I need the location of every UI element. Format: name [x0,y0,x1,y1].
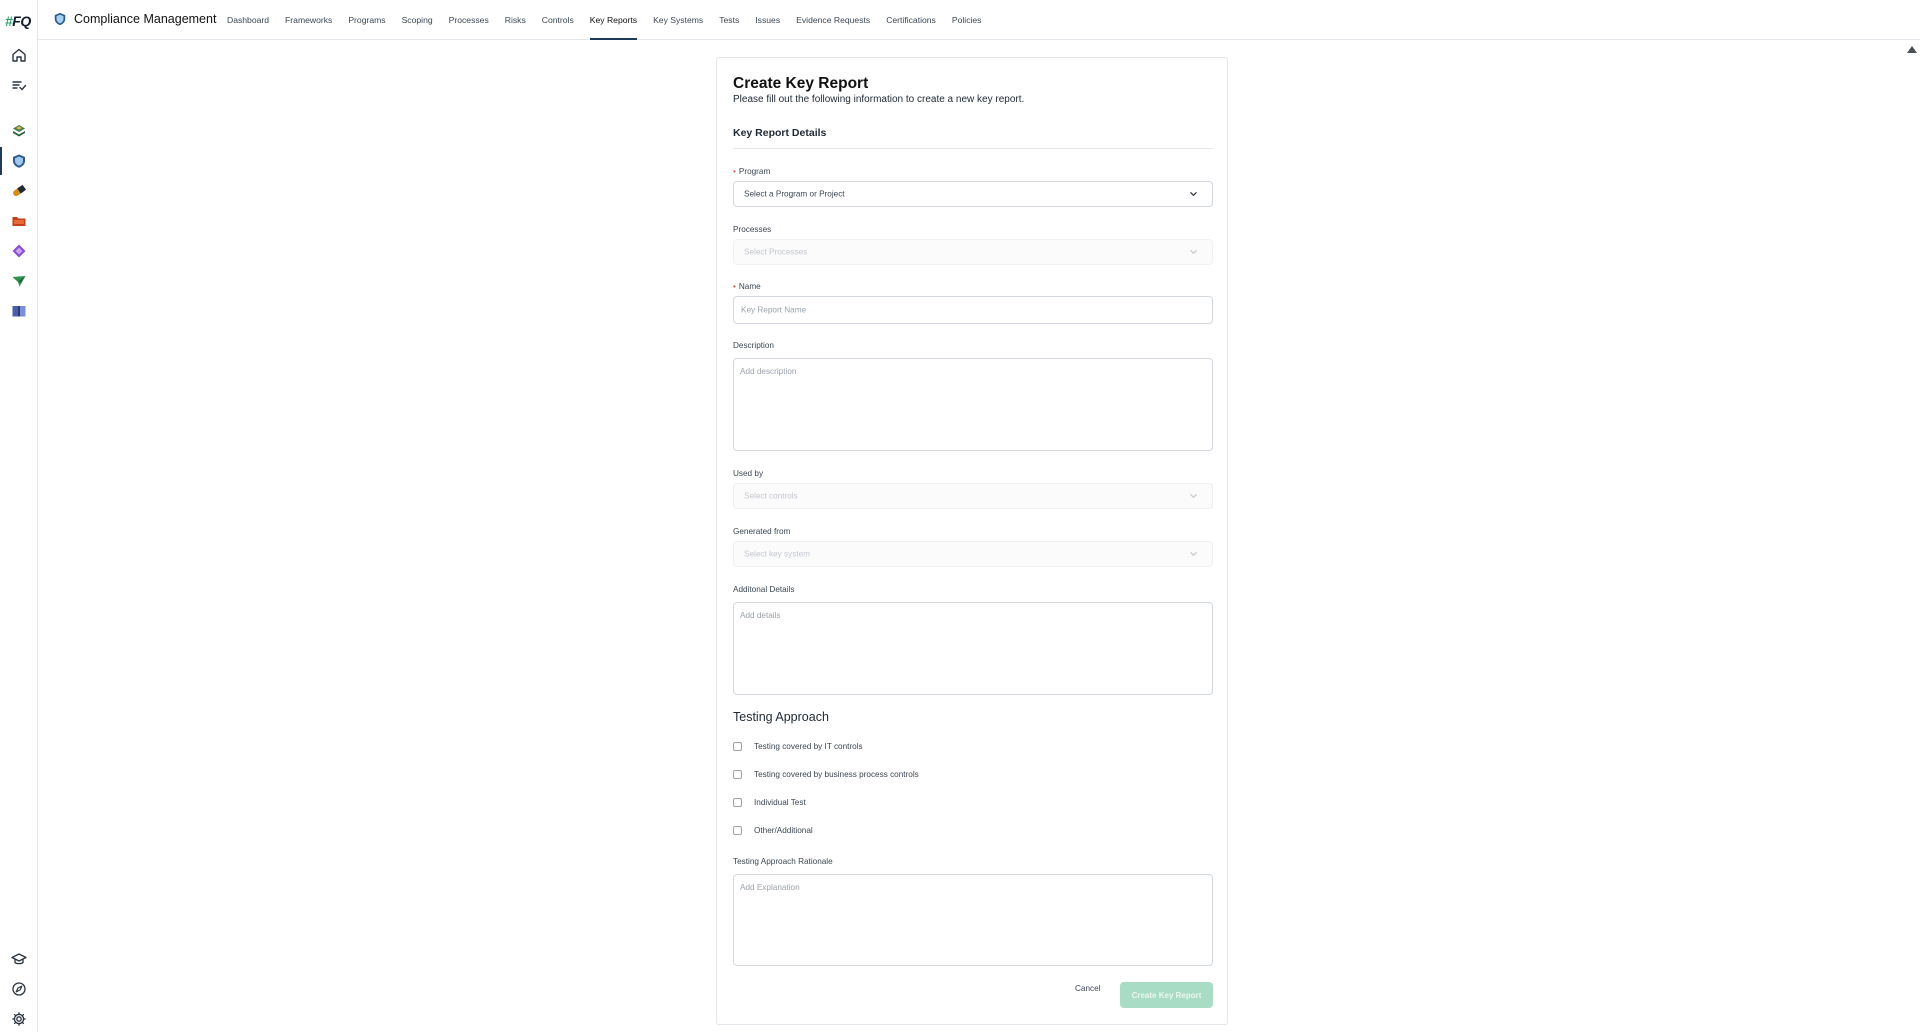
chevron-down-icon [1190,192,1197,196]
nav-tab-evidence-requests[interactable]: Evidence Requests [788,0,878,40]
program-label: • Program [733,167,771,176]
individual-test-checkbox[interactable] [733,798,742,807]
diamond-icon[interactable] [9,241,29,261]
other-additional-checkbox[interactable] [733,826,742,835]
top-navigation-bar: Compliance Management Dashboard Framewor… [38,0,1920,40]
required-marker: • [733,282,736,291]
generated-from-select[interactable]: Select key system [733,541,1213,567]
plane-icon[interactable] [9,271,29,291]
checkbox-row[interactable]: Testing covered by business process cont… [733,770,919,779]
app-title: Compliance Management [74,12,217,26]
graduation-cap-icon[interactable] [9,949,29,969]
folder-icon[interactable] [9,211,29,231]
additional-details-textarea[interactable]: Add details [733,602,1213,695]
fq-logo[interactable]: #FQ [5,13,31,29]
scroll-up-arrow-icon[interactable] [1907,46,1917,53]
nav-tab-policies[interactable]: Policies [944,0,990,40]
nav-tab-processes[interactable]: Processes [441,0,497,40]
book-icon[interactable] [9,301,29,321]
it-controls-checkbox[interactable] [733,742,742,751]
checkbox-row[interactable]: Testing covered by IT controls [733,742,863,751]
section-divider [733,148,1213,149]
compliance-shield-icon [54,12,66,26]
tasks-icon[interactable] [9,75,29,95]
used-by-label: Used by [733,469,764,478]
description-label: Description [733,341,774,350]
used-by-select[interactable]: Select controls [733,483,1213,509]
processes-label: Processes [733,225,772,234]
form-title: Create Key Report [733,75,869,92]
nav-tab-key-reports[interactable]: Key Reports [582,0,645,40]
create-key-report-form: Create Key Report Please fill out the fo… [716,57,1228,1025]
chevron-down-icon [1190,250,1197,254]
chevron-down-icon [1190,494,1197,498]
additional-details-label: Additonal Details [733,585,795,594]
required-marker: • [733,167,736,176]
nav-tab-controls[interactable]: Controls [534,0,582,40]
name-input[interactable]: Key Report Name [733,296,1213,324]
home-icon[interactable] [9,45,29,65]
chevron-down-icon [1190,552,1197,556]
processes-select[interactable]: Select Processes [733,239,1213,265]
nav-tab-issues[interactable]: Issues [747,0,788,40]
generated-from-label: Generated from [733,527,791,536]
rationale-textarea[interactable]: Add Explanation [733,874,1213,966]
create-key-report-button[interactable]: Create Key Report [1120,982,1213,1008]
form-subtitle: Please fill out the following informatio… [733,94,1025,105]
shield-icon[interactable] [0,147,29,175]
nav-tab-risks[interactable]: Risks [497,0,534,40]
nav-tab-frameworks[interactable]: Frameworks [277,0,340,40]
nav-tab-dashboard[interactable]: Dashboard [219,0,277,40]
section-title: Key Report Details [733,127,827,139]
pill-icon[interactable] [9,181,29,201]
business-process-checkbox[interactable] [733,770,742,779]
testing-approach-title: Testing Approach [733,710,829,724]
description-textarea[interactable]: Add description [733,358,1213,451]
program-select[interactable]: Select a Program or Project [733,181,1213,207]
checkbox-row[interactable]: Individual Test [733,798,806,807]
main-nav: Dashboard Frameworks Programs Scoping Pr… [219,0,989,40]
nav-tab-certifications[interactable]: Certifications [878,0,944,40]
compass-icon[interactable] [9,979,29,999]
gear-icon[interactable] [9,1009,29,1029]
nav-tab-programs[interactable]: Programs [340,0,393,40]
stack-icon[interactable] [9,121,29,141]
nav-tab-scoping[interactable]: Scoping [394,0,441,40]
checkbox-row[interactable]: Other/Additional [733,826,813,835]
nav-tab-key-systems[interactable]: Key Systems [645,0,711,40]
name-label: • Name [733,282,761,291]
rationale-label: Testing Approach Rationale [733,857,833,866]
left-rail: #FQ [0,0,38,1032]
cancel-button[interactable]: Cancel [1075,984,1101,993]
nav-tab-tests[interactable]: Tests [711,0,747,40]
